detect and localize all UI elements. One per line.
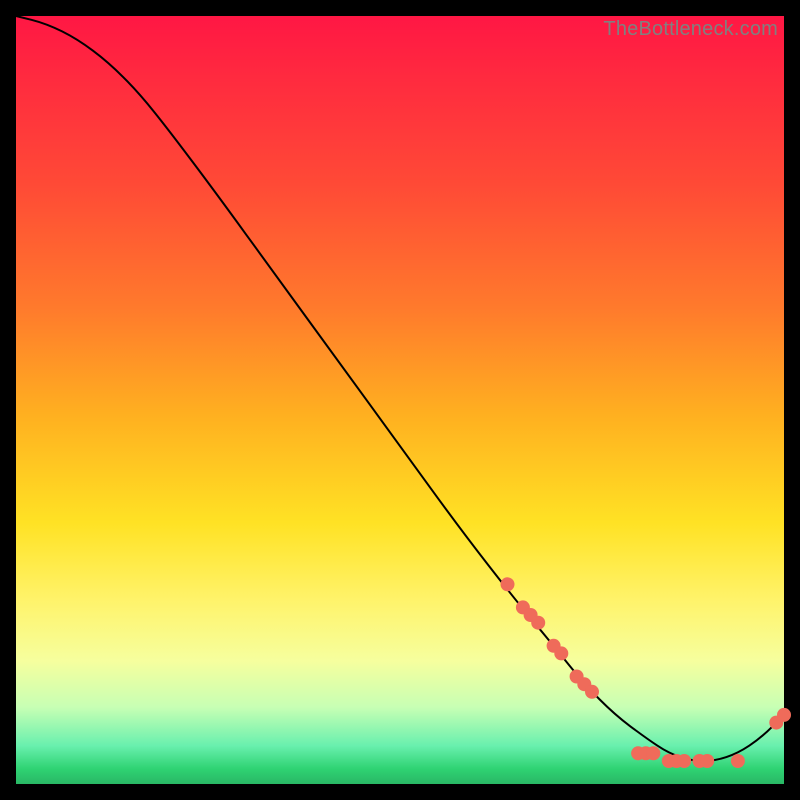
chart-stage: TheBottleneck.com	[0, 0, 800, 800]
chart-svg	[16, 16, 784, 784]
data-marker	[777, 708, 791, 722]
data-marker	[677, 754, 691, 768]
data-marker	[585, 685, 599, 699]
data-markers	[501, 577, 792, 768]
data-marker	[501, 577, 515, 591]
curve-line	[16, 16, 784, 761]
data-marker	[700, 754, 714, 768]
chart-plot-area: TheBottleneck.com	[16, 16, 784, 784]
data-marker	[531, 616, 545, 630]
data-marker	[554, 646, 568, 660]
data-marker	[646, 746, 660, 760]
data-marker	[731, 754, 745, 768]
